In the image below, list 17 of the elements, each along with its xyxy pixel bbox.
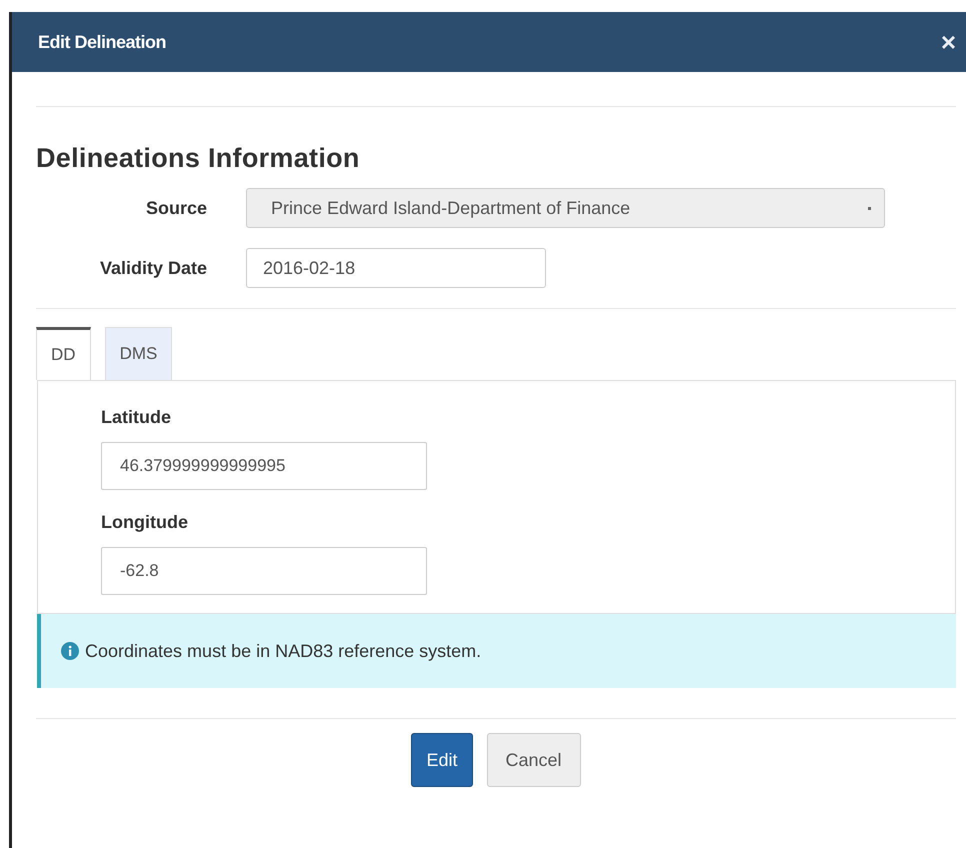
- field-label: Latitude: [101, 407, 172, 428]
- info-text: Coordinates must be in NAD83 reference system.: [85, 640, 482, 662]
- tab[interactable]: DD: [36, 327, 91, 380]
- field-label: Validity Date: [98, 258, 208, 278]
- field-label: Longitude: [101, 512, 189, 533]
- cancel-button[interactable]: Cancel: [486, 733, 581, 787]
- input-field[interactable]: 46.379999999999995: [101, 442, 427, 490]
- field-label: Source: [144, 198, 208, 218]
- edit-button[interactable]: Edit: [411, 733, 472, 787]
- tab[interactable]: DMS: [104, 327, 172, 380]
- date-field[interactable]: 2016-02-18: [246, 248, 546, 288]
- close-button[interactable]: ×: [940, 26, 956, 58]
- info-icon: [61, 642, 79, 660]
- input-field[interactable]: -62.8: [101, 547, 427, 595]
- caret-icon: [867, 206, 872, 210]
- section-heading: Delineations Information: [36, 143, 361, 174]
- dialog-title: Edit Delineation: [38, 32, 166, 52]
